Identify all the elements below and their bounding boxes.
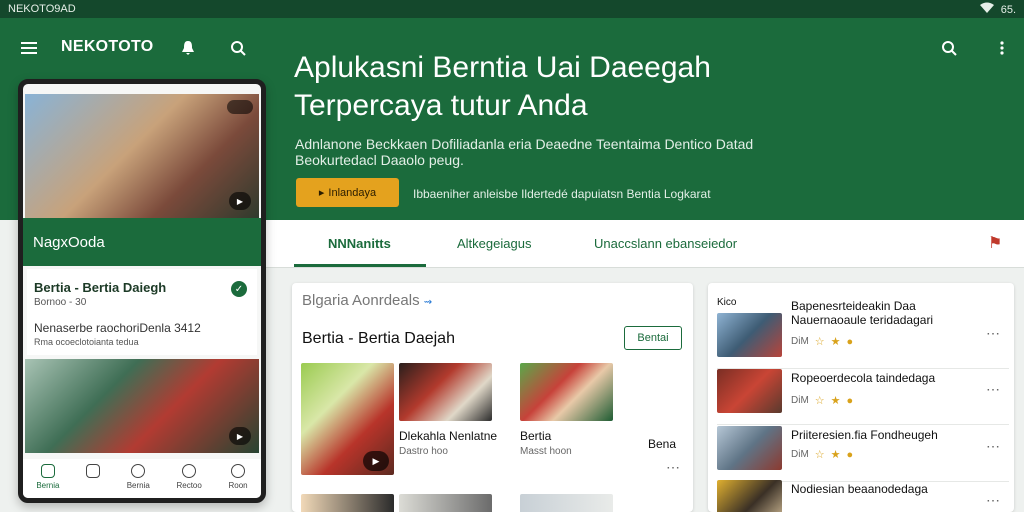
section-label: Blgaria Aonrdeals ⇝ <box>302 292 433 309</box>
phone-hero-image: ▶ <box>25 94 259 218</box>
news-thumb-image <box>399 363 492 421</box>
list-item-meta-text: DiM <box>791 449 809 460</box>
more-options-icon[interactable]: ⋯ <box>986 325 1001 342</box>
nav-profile[interactable]: Rectoo <box>176 464 202 498</box>
badge-icon: ★ <box>830 336 841 348</box>
list-item-image <box>717 426 782 470</box>
badge-icon: ● <box>846 448 854 461</box>
list-item[interactable]: Priiteresien.fia Fondheugeh DiM ☆ ★ ● ⋯ <box>717 426 1009 482</box>
phone-news-card[interactable]: Bertia - Bertia Daiegh Bornoo - 30 ✓ Nen… <box>27 269 257 355</box>
phone-card-meta: Rma ocoeclotoianta tedua <box>34 337 139 347</box>
list-item[interactable]: Bapenesrteideakin Daa Nauernaoaule terid… <box>717 299 1009 369</box>
news-thumb-meta: Dastro hoo <box>399 446 448 457</box>
list-item-meta-text: DiM <box>791 336 809 347</box>
list-item-image <box>717 313 782 357</box>
nav-chat[interactable]: Bernia <box>126 464 150 498</box>
star-icon: ☆ <box>814 395 825 407</box>
more-options-icon[interactable]: ⋯ <box>986 492 1001 509</box>
news-thumb-2[interactable]: Dlekahla Nenlatne Dastro hoo <box>399 363 498 475</box>
video-duration-badge: ▶ <box>363 451 389 471</box>
news-thumb-row2-2[interactable] <box>399 494 492 512</box>
tab-1[interactable]: Altkegeiagus <box>457 236 531 251</box>
list-item-image <box>717 369 782 413</box>
phone-bottom-nav: Bernia Bernia Rectoo Roon <box>23 459 261 498</box>
status-bar: NEKOTO9AD 65. <box>0 0 1024 18</box>
alert-icon[interactable]: ⚑ <box>988 233 1002 253</box>
list-item-title: Ropeoerdecola taindedaga <box>791 371 936 385</box>
nav-label: Roon <box>228 481 248 490</box>
star-icon: ☆ <box>814 336 825 348</box>
badge-icon: ★ <box>830 449 841 461</box>
tab-0[interactable]: NNNanitts <box>328 236 391 251</box>
news-thumb-1[interactable]: ▶ <box>301 363 394 475</box>
settings-icon <box>231 464 246 478</box>
nav-label: Bernia <box>36 481 60 490</box>
search-icon[interactable] <box>227 37 249 59</box>
more-options-icon[interactable]: ⋯ <box>986 438 1001 455</box>
search-icon-right[interactable] <box>938 37 960 59</box>
share-icon <box>86 464 101 478</box>
nav-settings[interactable]: Roon <box>228 464 248 498</box>
hero-description: Adnlanone Beckkaen Dofiliadanla eria Dea… <box>295 136 754 168</box>
check-icon: ✓ <box>231 281 247 297</box>
image-count-badge <box>227 100 253 114</box>
list-item[interactable]: Ropeoerdecola taindedaga DiM ☆ ★ ● ⋯ <box>717 369 1009 425</box>
profile-icon <box>182 464 197 478</box>
cta-note: Ibbaeniher anleisbe Ildertedé dapuiatsn … <box>413 187 711 201</box>
video-play-icon[interactable]: ▶ <box>229 427 251 445</box>
nav-share[interactable] <box>86 464 101 498</box>
phone-second-image[interactable]: ▶ <box>25 359 259 453</box>
nav-label: Rectoo <box>176 481 202 490</box>
section-heading: Bertia - Bertia Daejah <box>302 330 455 347</box>
cta-button[interactable]: ▸ Inlandaya <box>296 178 399 207</box>
badge-icon: ● <box>846 335 854 348</box>
news-thumb-row2-3[interactable] <box>520 494 613 512</box>
active-tab-indicator <box>294 264 426 267</box>
list-item-meta: DiM ☆ ★ ● <box>791 335 854 349</box>
phone-mockup: ▶ NagxOoda Bertia - Bertia Daiegh Bornoo… <box>18 79 266 503</box>
phone-card-line: Nenaserbe raochoriDenla 3412 <box>34 321 201 335</box>
status-app-name: NEKOTO9AD <box>8 3 76 15</box>
list-item-image <box>717 480 782 512</box>
news-thumb-title: Dlekahla Nenlatne <box>399 429 498 443</box>
notification-bell-icon[interactable] <box>177 37 199 59</box>
list-item-meta: DiM ☆ ★ ● <box>791 448 854 462</box>
list-item[interactable]: Nodiesian beaanodedaga ⋯ <box>717 480 1009 512</box>
menu-icon[interactable] <box>18 37 40 59</box>
list-item-title: Priiteresien.fia Fondheugeh <box>791 428 938 442</box>
list-item-meta: DiM ☆ ★ ● <box>791 394 854 408</box>
phone-band-label: NagxOoda <box>23 218 261 266</box>
nav-label: Bernia <box>126 481 150 490</box>
battery-level: 65. <box>1000 3 1016 16</box>
chat-icon <box>131 464 146 478</box>
play-icon: ▸ <box>318 187 325 199</box>
app-brand[interactable]: NEKOTOTO <box>61 38 154 56</box>
latest-news-list: Kico Bapenesrteideakin Daa Nauernaoaule … <box>708 283 1014 512</box>
list-item-title: Nodiesian beaanodedaga <box>791 482 928 496</box>
nav-home[interactable]: Bernia <box>36 464 60 498</box>
signal-icon: ⇝ <box>423 297 433 308</box>
more-options-icon[interactable]: ⋯ <box>986 381 1001 398</box>
news-thumb-row2-1[interactable] <box>301 494 394 512</box>
star-icon: ☆ <box>814 449 825 461</box>
more-vert-icon[interactable] <box>991 37 1013 59</box>
list-item-title: Bapenesrteideakin Daa Nauernaoaule terid… <box>791 299 934 327</box>
hero-title: Aplukasni Berntia Uai Daeegah Terpercaya… <box>294 51 711 122</box>
more-options-icon[interactable]: ⋯ <box>666 459 681 476</box>
home-icon <box>40 464 55 478</box>
tab-2[interactable]: Unaccslann ebanseiedor <box>594 236 737 251</box>
featured-news-card: Blgaria Aonrdeals ⇝ Bertia - Bertia Daej… <box>292 283 693 512</box>
wifi-icon <box>979 2 995 17</box>
video-play-icon[interactable]: ▶ <box>229 192 251 210</box>
news-thumb-title: Bena <box>648 437 677 451</box>
cta-label: Inlandaya <box>328 186 377 199</box>
list-item-meta-text: DiM <box>791 395 809 406</box>
phone-card-sub: Bornoo - 30 <box>34 297 87 308</box>
badge-icon: ● <box>846 394 854 407</box>
list-head: Kico <box>717 297 737 308</box>
badge-icon: ★ <box>830 395 841 407</box>
phone-card-title: Bertia - Bertia Daiegh <box>34 280 167 295</box>
more-button[interactable]: Bentai <box>624 326 682 350</box>
tab-bar: NNNanitts Altkegeiagus Unaccslann ebanse… <box>266 220 1024 268</box>
